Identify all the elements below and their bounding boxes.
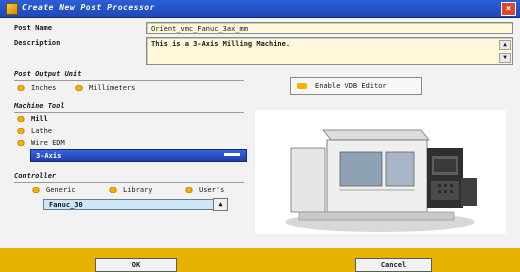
scroll-down-arrow[interactable]: ▼ [499, 53, 511, 63]
machine-selected-dropdown[interactable]: 3-Axis [30, 149, 247, 162]
radio-inches[interactable] [16, 85, 26, 91]
radio-library[interactable] [108, 187, 118, 193]
enable-vdb-editor-button[interactable]: Enable VDB Editor [290, 77, 422, 95]
radio-lathe[interactable] [16, 128, 26, 134]
machine-preview-image [255, 110, 506, 234]
unit-option-inches: Inches [31, 84, 57, 92]
machine-selected-value: 3-Axis [36, 152, 62, 160]
ok-button[interactable]: OK [95, 258, 177, 272]
post-name-input[interactable]: Orient_vmc_Fanuc_3ax_mm [146, 22, 513, 34]
machine-lathe: Lathe [31, 127, 53, 135]
cancel-button[interactable]: Cancel [355, 258, 432, 272]
controller-title: Controller [14, 172, 57, 180]
machine-tool-title: Machine Tool [14, 102, 65, 110]
description-label: Description [14, 39, 61, 47]
footer-bar [0, 248, 520, 272]
title-bar: Create New Post Processor × [0, 0, 520, 18]
controller-input[interactable]: Fanuc_30 [43, 199, 215, 210]
close-button[interactable]: × [501, 2, 516, 16]
controller-users: User's [199, 186, 225, 194]
radio-generic[interactable] [31, 187, 41, 193]
description-input[interactable]: This is a 3-Axis Milling Machine. ▲ ▼ [146, 37, 513, 65]
group-divider [14, 80, 244, 81]
machine-wire-edm: Wire EDM [31, 139, 65, 147]
group-divider [14, 112, 244, 113]
radio-millimeters[interactable] [74, 85, 84, 91]
scroll-up-arrow[interactable]: ▲ [499, 40, 511, 50]
dialog-window: Create New Post Processor × Post Name Or… [0, 0, 520, 272]
app-icon [6, 3, 18, 15]
controller-generic: Generic [46, 186, 76, 194]
controller-browse-button[interactable]: ▲ [213, 198, 228, 211]
controller-library: Library [123, 186, 153, 194]
radio-mill[interactable] [16, 116, 26, 122]
controller-value: Fanuc_30 [49, 201, 83, 209]
vdb-checkbox-indicator [297, 83, 307, 89]
group-divider [14, 182, 244, 183]
description-value: This is a 3-Axis Milling Machine. [151, 40, 291, 48]
unit-option-millimeters: Millimeters [89, 84, 136, 92]
post-name-value: Orient_vmc_Fanuc_3ax_mm [151, 25, 248, 33]
post-output-unit-title: Post Output Unit [14, 70, 82, 78]
post-name-label: Post Name [14, 24, 52, 32]
machine-mill: Mill [31, 115, 48, 123]
window-title: Create New Post Processor [22, 3, 155, 12]
dropdown-indicator-icon [224, 153, 240, 156]
vdb-label: Enable VDB Editor [315, 82, 387, 90]
radio-users[interactable] [184, 187, 194, 193]
radio-wire-edm[interactable] [16, 140, 26, 146]
vmc-machine-illustration [255, 110, 506, 234]
